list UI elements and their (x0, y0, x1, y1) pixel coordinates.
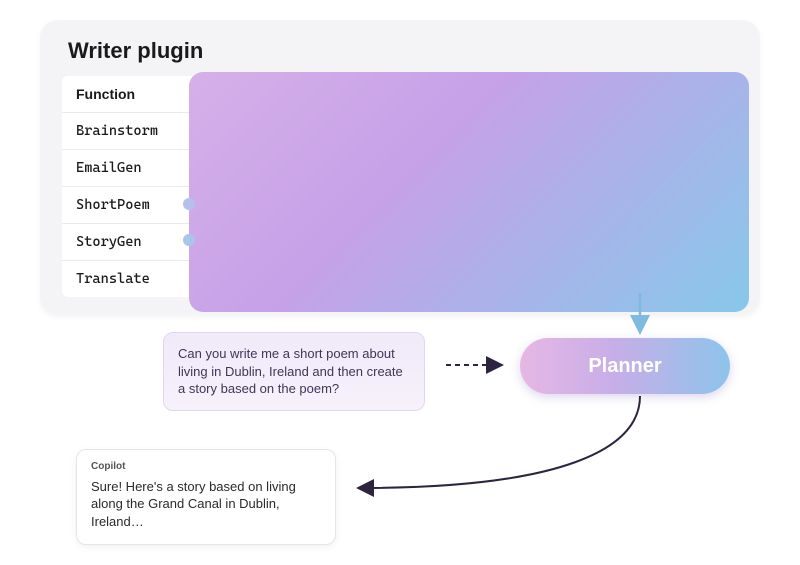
planner-node: Planner (520, 338, 730, 394)
user-prompt-text: Can you write me a short poem about livi… (178, 346, 403, 396)
user-prompt-bubble: Can you write me a short poem about livi… (163, 332, 425, 411)
planner-label: Planner (588, 355, 661, 378)
writer-plugin-card: Writer plugin Function Description for m… (40, 20, 760, 315)
card-title: Writer plugin (62, 38, 738, 64)
reply-text: Sure! Here's a story based on living alo… (91, 478, 321, 531)
reply-sender-label: Copilot (91, 460, 321, 474)
functions-table: Function Description for model Brainstor… (62, 76, 738, 297)
table-row: EmailGen Write an email from the given b… (62, 150, 738, 187)
table-header-row: Function Description for model (62, 76, 738, 113)
function-name: EmailGen (62, 150, 190, 186)
function-desc: Translate the input into a language of y… (190, 261, 738, 297)
function-name: ShortPoem (62, 187, 190, 223)
function-name: StoryGen (62, 224, 190, 260)
function-desc: Given a goal or topic description genera… (190, 113, 738, 149)
function-name: Translate (62, 261, 190, 297)
function-desc: Turn a scenario into a short and enterta… (190, 187, 738, 223)
table-row: Brainstorm Given a goal or topic descrip… (62, 113, 738, 150)
table-row: StoryGen Generate a list of synopsis for… (62, 224, 738, 261)
header-description: Description for model (190, 76, 738, 112)
function-desc: Write an email from the given bullet poi… (190, 150, 738, 186)
header-function: Function (62, 76, 190, 112)
table-row: ShortPoem Turn a scenario into a short a… (62, 187, 738, 224)
function-desc: Generate a list of synopsis for a novel … (190, 224, 738, 260)
copilot-reply-card: Copilot Sure! Here's a story based on li… (76, 449, 336, 545)
connector-dot (183, 234, 195, 246)
function-name: Brainstorm (62, 113, 190, 149)
connector-dot (183, 198, 195, 210)
table-row: Translate Translate the input into a lan… (62, 261, 738, 297)
